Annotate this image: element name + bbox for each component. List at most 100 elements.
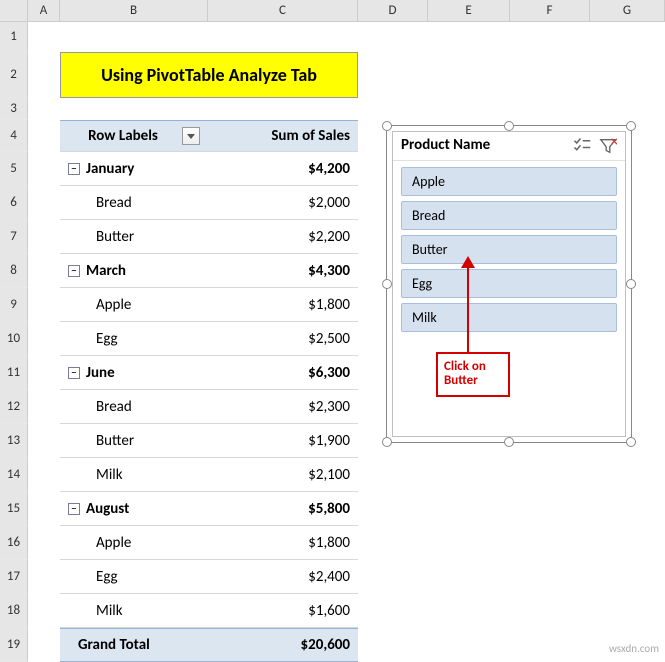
collapse-icon[interactable]: − bbox=[68, 265, 80, 277]
column-header[interactable] bbox=[0, 0, 28, 21]
item-name: Butter bbox=[68, 432, 134, 450]
pivot-item-value: $2,500 bbox=[208, 322, 358, 356]
column-header[interactable]: D bbox=[358, 0, 428, 21]
resize-handle[interactable] bbox=[504, 437, 514, 447]
pivot-item[interactable]: Egg bbox=[60, 322, 208, 356]
slicer-item-egg[interactable]: Egg bbox=[401, 269, 617, 298]
item-name: Milk bbox=[68, 602, 123, 620]
resize-handle[interactable] bbox=[626, 437, 636, 447]
row-header[interactable]: 13 bbox=[0, 424, 28, 458]
column-header[interactable]: F bbox=[510, 0, 590, 21]
slicer-title: Product Name bbox=[401, 136, 490, 154]
multi-select-icon[interactable] bbox=[573, 137, 591, 153]
row-header[interactable]: 12 bbox=[0, 390, 28, 424]
slicer-item-butter[interactable]: Butter bbox=[401, 235, 617, 264]
pivot-item[interactable]: Bread bbox=[60, 390, 208, 424]
clear-filter-icon[interactable] bbox=[599, 137, 617, 153]
row-headers: 12345678910111213141516171819 bbox=[0, 22, 28, 662]
row-header[interactable]: 19 bbox=[0, 628, 28, 662]
resize-handle[interactable] bbox=[382, 279, 392, 289]
row-header[interactable]: 5 bbox=[0, 152, 28, 186]
item-name: Milk bbox=[68, 466, 123, 484]
item-name: Apple bbox=[68, 296, 131, 314]
pivot-item-value: $2,300 bbox=[208, 390, 358, 424]
watermark: wsxdn.com bbox=[609, 642, 659, 655]
row-header[interactable]: 4 bbox=[0, 120, 28, 152]
resize-handle[interactable] bbox=[382, 121, 392, 131]
pivot-month-august[interactable]: −August bbox=[60, 492, 208, 526]
page-title: Using PivotTable Analyze Tab bbox=[60, 52, 358, 98]
collapse-icon[interactable]: − bbox=[68, 163, 80, 175]
pivot-item[interactable]: Bread bbox=[60, 186, 208, 220]
row-header[interactable]: 11 bbox=[0, 356, 28, 390]
item-name: Bread bbox=[68, 398, 132, 416]
pivot-header-row-labels[interactable]: Row Labels bbox=[60, 120, 208, 152]
row-header[interactable]: 2 bbox=[0, 52, 28, 98]
pivot-item-value: $2,200 bbox=[208, 220, 358, 254]
pivot-month-june[interactable]: −June bbox=[60, 356, 208, 390]
pivot-grand-total-value: $20,600 bbox=[208, 628, 358, 662]
pivot-item[interactable]: Apple bbox=[60, 526, 208, 560]
column-header[interactable]: B bbox=[60, 0, 208, 21]
resize-handle[interactable] bbox=[626, 121, 636, 131]
pivot-item[interactable]: Butter bbox=[60, 220, 208, 254]
item-name: Butter bbox=[68, 228, 134, 246]
collapse-icon[interactable]: − bbox=[68, 367, 80, 379]
row-header[interactable]: 6 bbox=[0, 186, 28, 220]
pivot-month-subtotal: $4,300 bbox=[208, 254, 358, 288]
resize-handle[interactable] bbox=[626, 279, 636, 289]
pivot-item[interactable]: Milk bbox=[60, 458, 208, 492]
row-header[interactable]: 1 bbox=[0, 22, 28, 52]
slicer-body: Apple Bread Butter Egg Milk bbox=[393, 161, 625, 343]
pivot-item-value: $2,000 bbox=[208, 186, 358, 220]
row-header[interactable]: 7 bbox=[0, 220, 28, 254]
slicer-item-apple[interactable]: Apple bbox=[401, 167, 617, 196]
row-header[interactable]: 14 bbox=[0, 458, 28, 492]
pivot-item[interactable]: Apple bbox=[60, 288, 208, 322]
column-header[interactable]: A bbox=[28, 0, 60, 21]
spreadsheet-grid: ABCDEFG 12345678910111213141516171819 Us… bbox=[0, 0, 665, 661]
slicer-toolbar bbox=[573, 137, 617, 153]
column-header[interactable]: E bbox=[428, 0, 510, 21]
month-label: January bbox=[86, 160, 134, 178]
month-label: March bbox=[86, 262, 126, 280]
pivot-month-subtotal: $6,300 bbox=[208, 356, 358, 390]
row-header[interactable]: 3 bbox=[0, 98, 28, 120]
resize-handle[interactable] bbox=[504, 121, 514, 131]
pivot-item[interactable]: Milk bbox=[60, 594, 208, 628]
pivot-item-value: $1,800 bbox=[208, 288, 358, 322]
pivot-month-subtotal: $4,200 bbox=[208, 152, 358, 186]
month-label: August bbox=[86, 500, 129, 518]
slicer-item-milk[interactable]: Milk bbox=[401, 303, 617, 332]
pivot-item-value: $1,600 bbox=[208, 594, 358, 628]
slicer-item-bread[interactable]: Bread bbox=[401, 201, 617, 230]
row-header[interactable]: 17 bbox=[0, 560, 28, 594]
pivot-grand-total-label: Grand Total bbox=[60, 628, 208, 662]
pivot-month-subtotal: $5,800 bbox=[208, 492, 358, 526]
row-header[interactable]: 18 bbox=[0, 594, 28, 628]
row-header[interactable]: 15 bbox=[0, 492, 28, 526]
row-header[interactable]: 8 bbox=[0, 254, 28, 288]
callout-text: Click on Butter bbox=[444, 359, 486, 388]
row-labels-dropdown-icon[interactable] bbox=[182, 127, 200, 145]
resize-handle[interactable] bbox=[382, 437, 392, 447]
row-header[interactable]: 10 bbox=[0, 322, 28, 356]
row-header[interactable]: 16 bbox=[0, 526, 28, 560]
annotation-callout: Click on Butter bbox=[436, 352, 510, 397]
pivot-header-sum: Sum of Sales bbox=[208, 120, 358, 152]
month-label: June bbox=[86, 364, 115, 382]
pivot-item-value: $2,400 bbox=[208, 560, 358, 594]
row-labels-text: Row Labels bbox=[68, 127, 178, 145]
row-header[interactable]: 9 bbox=[0, 288, 28, 322]
pivot-month-march[interactable]: −March bbox=[60, 254, 208, 288]
title-text: Using PivotTable Analyze Tab bbox=[101, 64, 317, 86]
column-header[interactable]: G bbox=[590, 0, 665, 21]
slicer-header: Product Name bbox=[393, 132, 625, 161]
column-headers: ABCDEFG bbox=[0, 0, 665, 22]
item-name: Egg bbox=[68, 330, 118, 348]
pivot-item[interactable]: Egg bbox=[60, 560, 208, 594]
column-header[interactable]: C bbox=[208, 0, 358, 21]
collapse-icon[interactable]: − bbox=[68, 503, 80, 515]
pivot-month-january[interactable]: −January bbox=[60, 152, 208, 186]
pivot-item[interactable]: Butter bbox=[60, 424, 208, 458]
